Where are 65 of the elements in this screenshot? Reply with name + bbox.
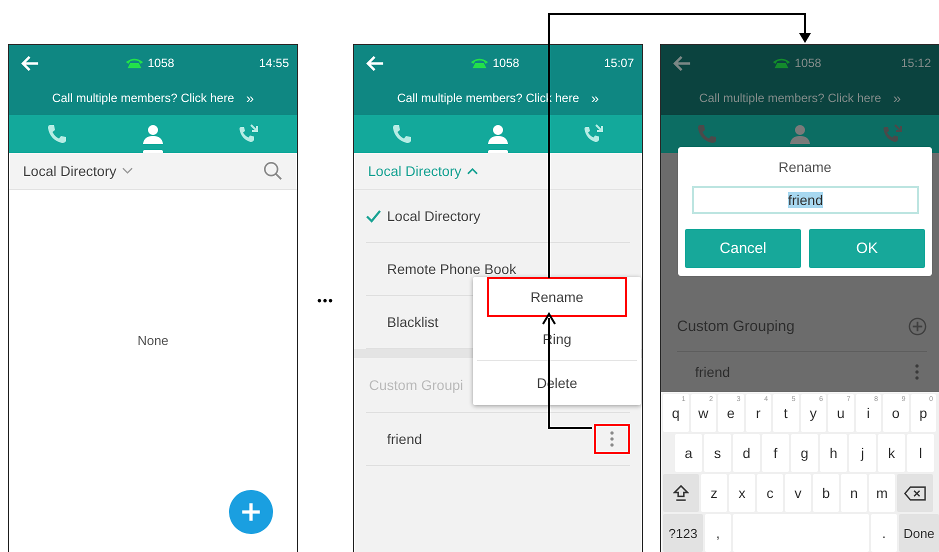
keyboard-key[interactable]: s xyxy=(704,434,731,472)
back-arrow-icon[interactable] xyxy=(673,54,692,72)
keyboard-key[interactable]: v xyxy=(785,474,811,512)
line-number: 1058 xyxy=(148,56,174,70)
keyboard-key[interactable]: ?123 xyxy=(663,514,703,552)
vertical-dots-icon xyxy=(915,364,919,380)
add-circle-icon[interactable] xyxy=(908,316,927,336)
directory-dropdown[interactable]: Local Directory xyxy=(23,163,116,179)
empty-message: None xyxy=(137,332,169,348)
keyboard-key[interactable]: h xyxy=(820,434,847,472)
person-icon xyxy=(486,122,510,146)
plus-icon xyxy=(240,501,262,523)
chevron-icon[interactable] xyxy=(122,167,134,175)
keyboard-key[interactable]: , xyxy=(705,514,731,552)
line-number: 1058 xyxy=(794,56,822,70)
name-input-field[interactable]: friend xyxy=(692,186,919,214)
add-button[interactable] xyxy=(229,490,273,534)
dialog-title: Rename xyxy=(778,159,832,175)
person-icon xyxy=(141,122,165,146)
option-label: Blacklist xyxy=(387,314,438,330)
keyboard-key[interactable]: a xyxy=(675,434,702,472)
phone-icon xyxy=(45,122,69,146)
keyboard-key[interactable]: n xyxy=(841,474,867,512)
keyboard-key[interactable]: x xyxy=(729,474,755,512)
ellipsis-mark: ••• xyxy=(317,292,334,308)
chevron-glyph[interactable]: » xyxy=(591,90,599,106)
keyboard-key[interactable]: z xyxy=(701,474,727,512)
menu-item[interactable]: Rename xyxy=(487,277,627,317)
group-name: friend xyxy=(387,431,424,447)
clock-time: 15:12 xyxy=(900,56,931,70)
clock-time: 15:07 xyxy=(604,56,634,70)
keyboard-key[interactable]: l xyxy=(907,434,934,472)
search-icon[interactable] xyxy=(263,161,283,181)
shift-arrow-icon xyxy=(673,484,689,502)
keyboard-key[interactable]: c xyxy=(757,474,783,512)
shift-key[interactable] xyxy=(663,474,699,512)
group-item[interactable]: friend xyxy=(366,413,630,466)
clock-time: 14:55 xyxy=(258,56,289,70)
keyboard-key[interactable]: g xyxy=(791,434,818,472)
backspace-icon xyxy=(904,486,926,500)
banner-link[interactable]: Call multiple members? Click here xyxy=(52,91,234,105)
keyboard-key[interactable]: j xyxy=(849,434,876,472)
line-number: 1058 xyxy=(492,56,520,70)
option-label: Remote Phone Book xyxy=(387,261,516,277)
directory-option[interactable]: Local Directory xyxy=(366,190,630,243)
group-name: friend xyxy=(695,364,732,380)
telephone-icon xyxy=(124,57,144,69)
more-options-button[interactable] xyxy=(594,424,630,454)
telephone-icon xyxy=(772,57,791,69)
option-label: Local Directory xyxy=(387,208,480,224)
keyboard-key[interactable]: m xyxy=(869,474,895,512)
keyboard-key[interactable]: . xyxy=(871,514,897,552)
telephone-icon xyxy=(470,57,489,69)
keyboard-key[interactable]: d xyxy=(733,434,760,472)
backspace-key[interactable] xyxy=(897,474,933,512)
vertical-dots-icon xyxy=(610,431,614,447)
keyboard-key[interactable]: b xyxy=(813,474,839,512)
chevron-glyph[interactable]: » xyxy=(246,90,254,106)
section-header: Custom Grouping xyxy=(677,318,796,334)
keyboard-key[interactable]: f xyxy=(762,434,789,472)
keyboard-key[interactable]: Done xyxy=(899,514,939,552)
person-icon xyxy=(788,122,812,146)
phone-icon xyxy=(390,122,414,146)
keyboard-key[interactable]: k xyxy=(878,434,905,472)
chevron-icon[interactable] xyxy=(467,167,478,175)
